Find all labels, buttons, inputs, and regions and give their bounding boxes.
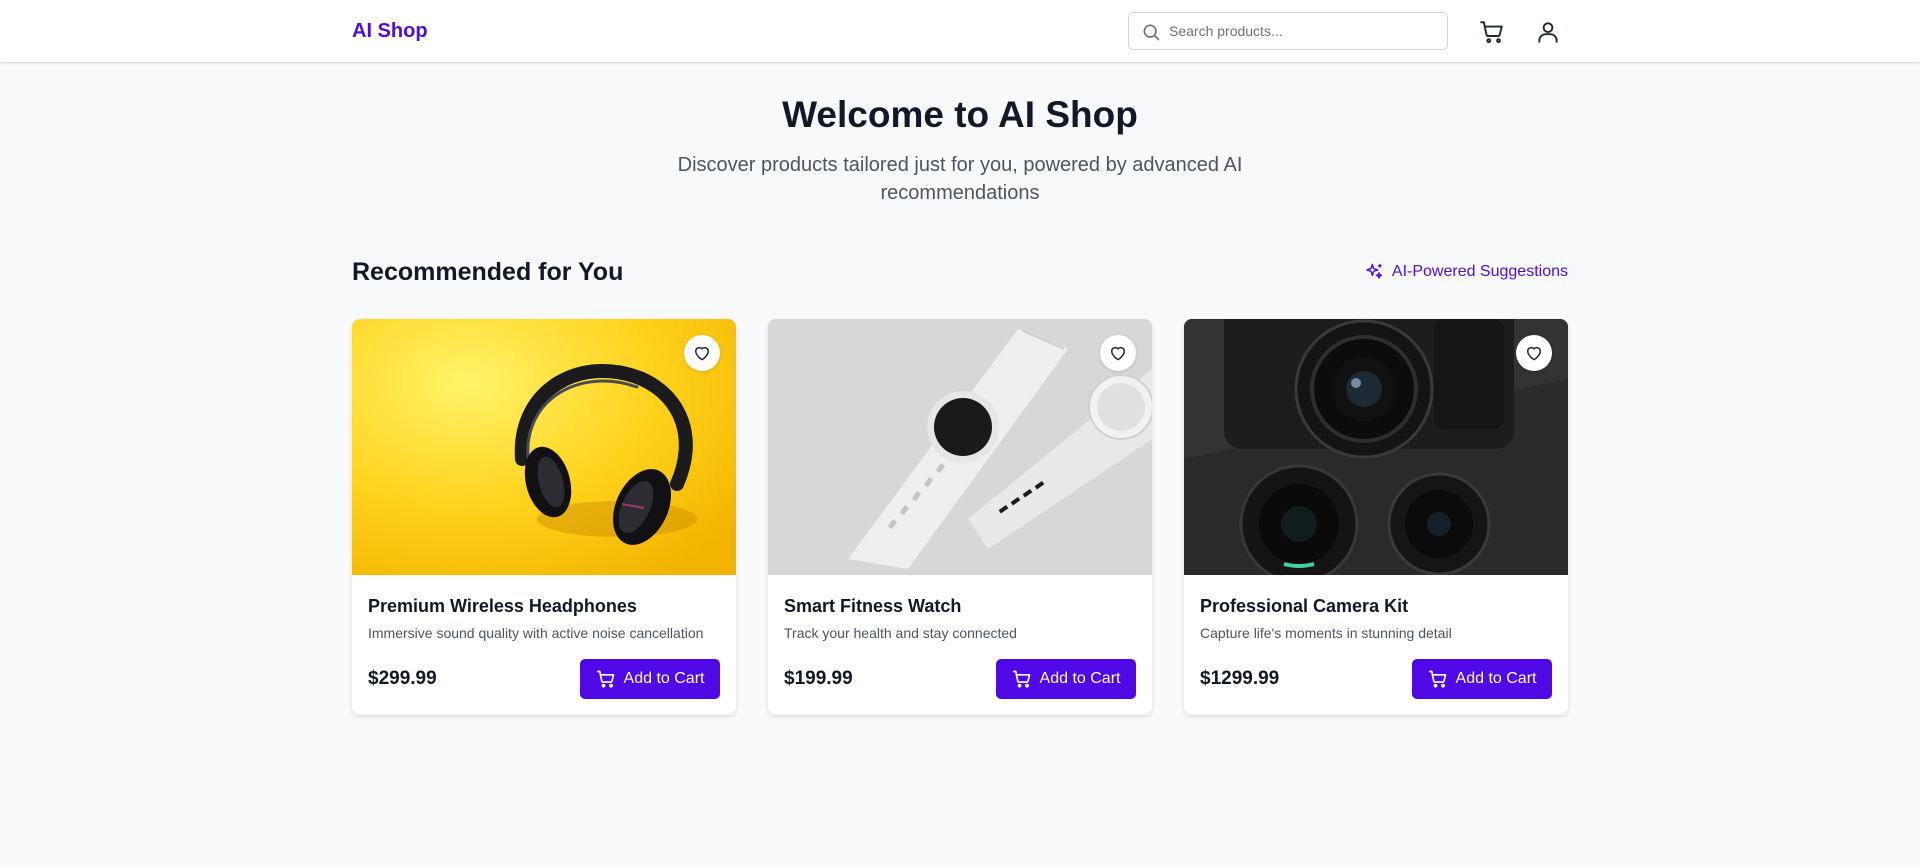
product-description: Capture life's moments in stunning detai… (1200, 625, 1452, 641)
product-price: $1299.99 (1200, 668, 1280, 689)
heart-icon (1527, 346, 1541, 361)
hero-subtitle: Discover products tailored just for you,… (677, 154, 1243, 204)
favorite-button[interactable] (1516, 335, 1552, 371)
product-price: $299.99 (368, 668, 437, 689)
search-input[interactable] (1169, 13, 1439, 49)
product-card[interactable]: Premium Wireless Headphones Immersive so… (352, 319, 736, 715)
product-description: Track your health and stay connected (784, 625, 1017, 641)
product-name[interactable]: Smart Fitness Watch (784, 594, 961, 618)
favorite-button[interactable] (684, 335, 720, 371)
recommendations-title: Recommended for You (352, 258, 624, 286)
ai-powered-badge: AI-Powered Suggestions (1364, 260, 1568, 284)
sparkles-icon (1366, 263, 1383, 279)
heart-icon (1111, 346, 1125, 361)
favorite-button[interactable] (1100, 335, 1136, 371)
site-logo[interactable]: AI Shop (352, 18, 428, 44)
product-name[interactable]: Premium Wireless Headphones (368, 594, 637, 618)
cart-icon (596, 670, 614, 688)
product-card[interactable]: Professional Camera Kit Capture life's m… (1184, 319, 1568, 715)
product-card[interactable]: Smart Fitness Watch Track your health an… (768, 319, 1152, 715)
cart-icon[interactable] (1479, 19, 1505, 45)
product-image-smartwatch[interactable] (768, 319, 1152, 575)
heart-icon (695, 346, 709, 361)
product-image-headphones[interactable] (352, 319, 736, 575)
add-to-cart-label: Add to Cart (623, 670, 705, 687)
hero-title: Welcome to AI Shop (782, 94, 1138, 135)
cart-icon (1012, 670, 1030, 688)
cart-icon (1428, 670, 1446, 688)
product-price: $199.99 (784, 668, 853, 689)
add-to-cart-button[interactable]: Add to Cart (1412, 659, 1552, 699)
add-to-cart-label: Add to Cart (1039, 670, 1121, 687)
product-image-camera[interactable] (1184, 319, 1568, 575)
add-to-cart-label: Add to Cart (1455, 670, 1537, 687)
add-to-cart-button[interactable]: Add to Cart (580, 659, 720, 699)
add-to-cart-button[interactable]: Add to Cart (996, 659, 1136, 699)
user-icon[interactable] (1535, 19, 1561, 45)
search-icon (1143, 24, 1160, 41)
product-name[interactable]: Professional Camera Kit (1200, 594, 1408, 618)
top-navigation-bar: AI Shop (0, 0, 1920, 62)
search-box[interactable] (1128, 12, 1448, 50)
product-description: Immersive sound quality with active nois… (368, 625, 704, 641)
ai-powered-label: AI-Powered Suggestions (1391, 263, 1568, 280)
